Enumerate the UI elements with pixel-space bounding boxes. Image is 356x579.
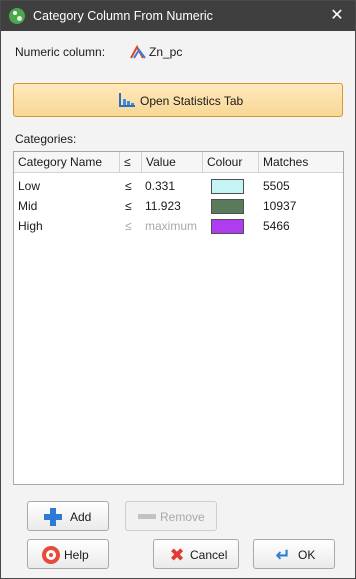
colour-swatch[interactable] [211, 179, 244, 194]
value-cell[interactable]: 0.331 [145, 176, 175, 196]
numeric-column-label: Numeric column: [15, 45, 106, 59]
remove-button[interactable]: Remove [125, 501, 217, 531]
remove-button-label: Remove [160, 510, 205, 524]
header-value[interactable]: Value [142, 152, 203, 173]
numeric-column-icon [130, 44, 146, 59]
help-icon [42, 546, 60, 564]
category-column-dialog: Category Column From Numeric ✕ Numeric c… [0, 0, 356, 579]
header-colour[interactable]: Colour [203, 152, 259, 173]
open-statistics-tab-button[interactable]: Open Statistics Tab [13, 83, 343, 117]
title-bar: Category Column From Numeric ✕ [1, 1, 355, 31]
header-category-name[interactable]: Category Name [14, 152, 120, 173]
matches-cell: 5466 [263, 219, 290, 233]
help-button[interactable]: Help [27, 539, 109, 569]
lte-cell: ≤ [125, 199, 132, 213]
header-lte[interactable]: ≤ [120, 152, 142, 173]
open-statistics-tab-label: Open Statistics Tab [140, 94, 244, 108]
app-logo-icon [9, 8, 25, 24]
cancel-button-label: Cancel [190, 548, 228, 562]
matches-cell: 5505 [263, 179, 290, 193]
dialog-title: Category Column From Numeric [33, 9, 213, 23]
ok-icon: ↵ [275, 545, 291, 565]
close-icon[interactable]: ✕ [327, 5, 347, 27]
categories-table[interactable]: Category Name ≤ Value Colour Matches Low… [13, 151, 344, 485]
numeric-column-name: Zn_pc [149, 45, 183, 59]
category-name-cell[interactable]: Low [18, 176, 40, 196]
numeric-column-row: Numeric column: Zn_pc [15, 43, 335, 61]
add-button-label: Add [70, 510, 92, 524]
category-name-cell[interactable]: High [18, 216, 43, 236]
plus-icon [44, 508, 62, 526]
ok-button-label: OK [298, 548, 316, 562]
add-button[interactable]: Add [27, 501, 109, 531]
cancel-button[interactable]: ✖ Cancel [153, 539, 239, 569]
cancel-icon: ✖ [169, 545, 185, 565]
ok-button[interactable]: ↵ OK [253, 539, 335, 569]
colour-swatch[interactable] [211, 199, 244, 214]
value-cell: maximum [145, 219, 198, 233]
value-cell[interactable]: 11.923 [145, 196, 181, 216]
category-name-cell[interactable]: Mid [18, 196, 37, 216]
lte-cell: ≤ [125, 219, 132, 233]
help-button-label: Help [64, 548, 89, 562]
table-row[interactable]: Low ≤ 0.331 5505 [14, 176, 343, 196]
table-row[interactable]: High ≤ maximum 5466 [14, 216, 343, 236]
statistics-chart-icon [119, 93, 135, 107]
colour-swatch[interactable] [211, 219, 244, 234]
table-row[interactable]: Mid ≤ 11.923 10937 [14, 196, 343, 216]
table-header: Category Name ≤ Value Colour Matches [14, 152, 343, 173]
categories-label: Categories: [15, 132, 77, 146]
header-matches[interactable]: Matches [259, 152, 343, 173]
matches-cell: 10937 [263, 199, 297, 213]
lte-cell: ≤ [125, 179, 132, 193]
minus-icon [138, 508, 156, 526]
